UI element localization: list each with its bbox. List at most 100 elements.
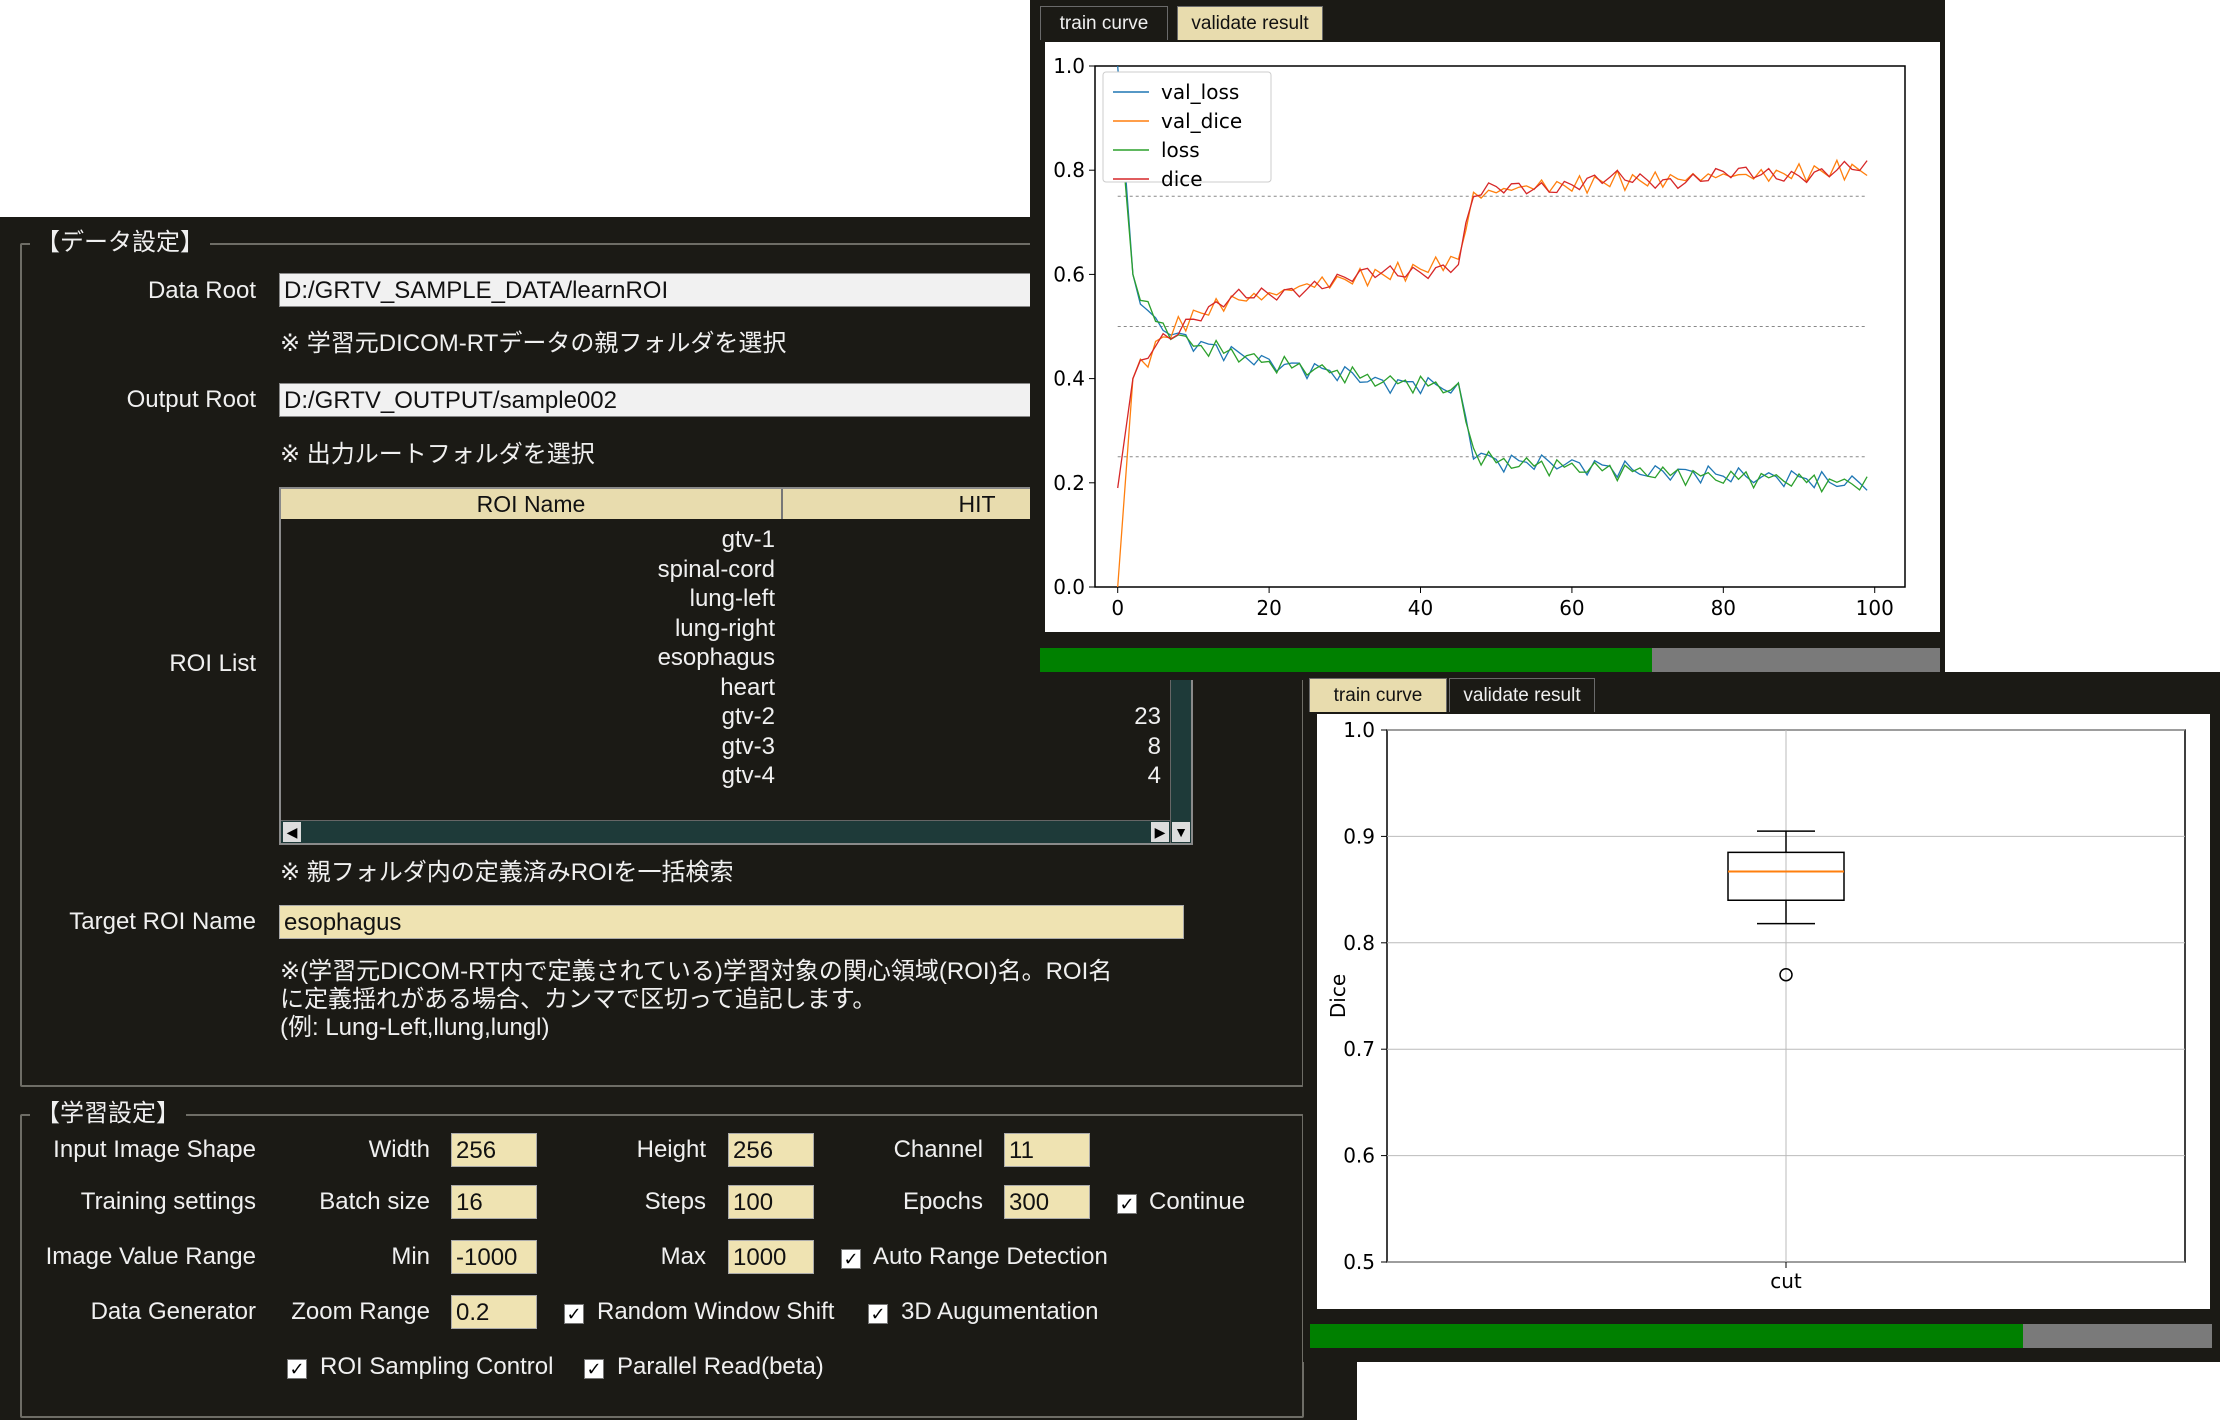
y-tick-label: 0.8 bbox=[1053, 158, 1085, 182]
roi-row-hit[interactable]: 8 bbox=[1148, 732, 1161, 761]
scroll-right-icon[interactable]: ▶ bbox=[1151, 822, 1169, 842]
data-generator-label: Data Generator bbox=[90, 1298, 256, 1325]
target-roi-field[interactable]: esophagus bbox=[279, 905, 1184, 939]
augmentation-label: 3D Augumentation bbox=[901, 1298, 1099, 1325]
max-label: Max bbox=[660, 1243, 706, 1270]
validate-result-window: train curve validate result 0.5 0.6 0.7 0.8… bbox=[1303, 672, 2220, 1362]
validate-plot-area: 0.5 0.6 0.7 0.8 0.9 1.0 cut Dice bbox=[1317, 714, 2210, 1309]
y-tick-label: 1.0 bbox=[1053, 54, 1085, 78]
output-root-label: Output Root bbox=[126, 386, 256, 413]
output-root-field[interactable]: D:/GRTV_OUTPUT/sample002 bbox=[279, 383, 1032, 417]
min-label: Min bbox=[391, 1243, 430, 1270]
parallel-read-label: Parallel Read(beta) bbox=[617, 1353, 824, 1380]
width-input[interactable]: 256 bbox=[451, 1133, 537, 1167]
y-tick-label: 0.4 bbox=[1053, 367, 1085, 391]
y-tick-label: 0.5 bbox=[1343, 1250, 1375, 1274]
epochs-label: Epochs bbox=[902, 1188, 983, 1215]
data-settings-title: 【データ設定】 bbox=[30, 229, 210, 257]
roi-row-name[interactable]: gtv-3 bbox=[722, 732, 775, 761]
roi-row-hit[interactable]: 23 bbox=[1134, 702, 1161, 731]
data-root-label: Data Root bbox=[147, 277, 256, 304]
input-image-shape-label: Input Image Shape bbox=[53, 1136, 256, 1163]
x-tick-label: 20 bbox=[1256, 596, 1281, 620]
horizontal-scrollbar[interactable]: ◀ ▶ bbox=[281, 820, 1171, 843]
target-note-line3: (例: Lung-Left,llung,lungl) bbox=[280, 1014, 550, 1041]
output-root-note: ※ 出力ルートフォルダを選択 bbox=[280, 441, 595, 468]
y-tick-label: 0.0 bbox=[1053, 575, 1085, 599]
roi-row-name[interactable]: gtv-1 bbox=[722, 525, 775, 554]
validate-progress-fill bbox=[1310, 1324, 2023, 1348]
parallel-read-checkbox[interactable]: ✓ bbox=[584, 1359, 604, 1379]
image-value-range-label: Image Value Range bbox=[45, 1243, 256, 1270]
roi-row-name[interactable]: gtv-4 bbox=[722, 761, 775, 790]
y-tick-label: 0.2 bbox=[1053, 471, 1085, 495]
y-tick-label: 1.0 bbox=[1343, 718, 1375, 742]
y-tick-label: 0.6 bbox=[1343, 1144, 1375, 1168]
legend-label: val_dice bbox=[1161, 109, 1242, 133]
x-tick-label: 40 bbox=[1408, 596, 1433, 620]
train-curve-window: train curve validate result 0.0 0.2 0.4 0.6… bbox=[1030, 0, 1945, 680]
roi-sampling-label: ROI Sampling Control bbox=[320, 1353, 554, 1380]
roi-note: ※ 親フォルダ内の定義済みROIを一括検索 bbox=[280, 859, 734, 886]
y-tick-label: 0.7 bbox=[1343, 1037, 1375, 1061]
batch-size-input[interactable]: 16 bbox=[451, 1185, 537, 1219]
roi-row-name[interactable]: lung-right bbox=[675, 614, 775, 643]
x-tick-label: 100 bbox=[1856, 596, 1894, 620]
learning-settings-title: 【学習設定】 bbox=[30, 1100, 186, 1128]
legend-label: loss bbox=[1161, 138, 1200, 162]
height-label: Height bbox=[636, 1136, 706, 1163]
auto-range-label: Auto Range Detection bbox=[873, 1243, 1108, 1270]
roi-row-name[interactable]: heart bbox=[720, 673, 775, 702]
train-curve-plot-area: 0.0 0.2 0.4 0.6 0.8 1.0 0 20 40 60 80 100 val_loss va… bbox=[1045, 42, 1940, 632]
roi-row-name[interactable]: lung-left bbox=[690, 584, 775, 613]
roi-name-header[interactable]: ROI Name bbox=[281, 489, 783, 519]
target-note-line2: に定義揺れがある場合、カンマで区切って追記します。 bbox=[280, 986, 877, 1013]
tab-train-curve-2[interactable]: train curve bbox=[1309, 678, 1447, 712]
x-tick-label: cut bbox=[1770, 1269, 1802, 1293]
auto-range-checkbox[interactable]: ✓ bbox=[841, 1249, 861, 1269]
steps-label: Steps bbox=[644, 1188, 706, 1215]
y-tick-label: 0.9 bbox=[1343, 824, 1375, 848]
tab-validate-result[interactable]: validate result bbox=[1177, 6, 1323, 40]
x-tick-label: 0 bbox=[1111, 596, 1124, 620]
batch-size-label: Batch size bbox=[319, 1188, 430, 1215]
min-input[interactable]: -1000 bbox=[451, 1240, 537, 1274]
roi-row-name[interactable]: esophagus bbox=[658, 643, 775, 672]
tab-train-curve[interactable]: train curve bbox=[1040, 6, 1168, 40]
max-input[interactable]: 1000 bbox=[728, 1240, 814, 1274]
channel-input[interactable]: 11 bbox=[1004, 1133, 1090, 1167]
tab-validate-result-2[interactable]: validate result bbox=[1449, 678, 1595, 712]
augmentation-checkbox[interactable]: ✓ bbox=[868, 1304, 888, 1324]
scroll-left-icon[interactable]: ◀ bbox=[283, 822, 301, 842]
y-axis-label: Dice bbox=[1326, 974, 1350, 1018]
zoom-range-input[interactable]: 0.2 bbox=[451, 1295, 537, 1329]
y-tick-label: 0.6 bbox=[1053, 262, 1085, 286]
train-progress-fill bbox=[1040, 648, 1652, 672]
x-tick-label: 80 bbox=[1711, 596, 1736, 620]
validate-progress-bar bbox=[1310, 1324, 2212, 1348]
y-tick-label: 0.8 bbox=[1343, 931, 1375, 955]
data-root-note: ※ 学習元DICOM-RTデータの親フォルダを選択 bbox=[280, 330, 787, 357]
roi-row-hit[interactable]: 4 bbox=[1148, 761, 1161, 790]
continue-checkbox[interactable]: ✓ bbox=[1117, 1194, 1137, 1214]
random-window-shift-checkbox[interactable]: ✓ bbox=[564, 1304, 584, 1324]
epochs-input[interactable]: 300 bbox=[1004, 1185, 1090, 1219]
legend-label: dice bbox=[1161, 167, 1203, 191]
training-settings-label: Training settings bbox=[80, 1188, 256, 1215]
steps-input[interactable]: 100 bbox=[728, 1185, 814, 1219]
target-note-line1: ※(学習元DICOM-RT内で定義されている)学習対象の関心領域(ROI)名。R… bbox=[280, 958, 1113, 985]
data-root-field[interactable]: D:/GRTV_SAMPLE_DATA/learnROI bbox=[279, 273, 1032, 307]
continue-label: Continue bbox=[1149, 1188, 1246, 1215]
train-curve-chart: 0.0 0.2 0.4 0.6 0.8 1.0 0 20 40 60 80 100 val_lossva… bbox=[1053, 54, 1906, 620]
random-window-shift-label: Random Window Shift bbox=[597, 1298, 835, 1325]
zoom-range-label: Zoom Range bbox=[291, 1298, 430, 1325]
scroll-down-icon[interactable]: ▼ bbox=[1172, 822, 1190, 842]
roi-row-name[interactable]: gtv-2 bbox=[722, 702, 775, 731]
height-input[interactable]: 256 bbox=[728, 1133, 814, 1167]
channel-label: Channel bbox=[893, 1136, 983, 1163]
legend-label: val_loss bbox=[1161, 80, 1239, 104]
roi-row-name[interactable]: spinal-cord bbox=[658, 555, 775, 584]
roi-list-label: ROI List bbox=[169, 650, 256, 677]
train-progress-bar bbox=[1040, 648, 1940, 672]
roi-sampling-checkbox[interactable]: ✓ bbox=[287, 1359, 307, 1379]
